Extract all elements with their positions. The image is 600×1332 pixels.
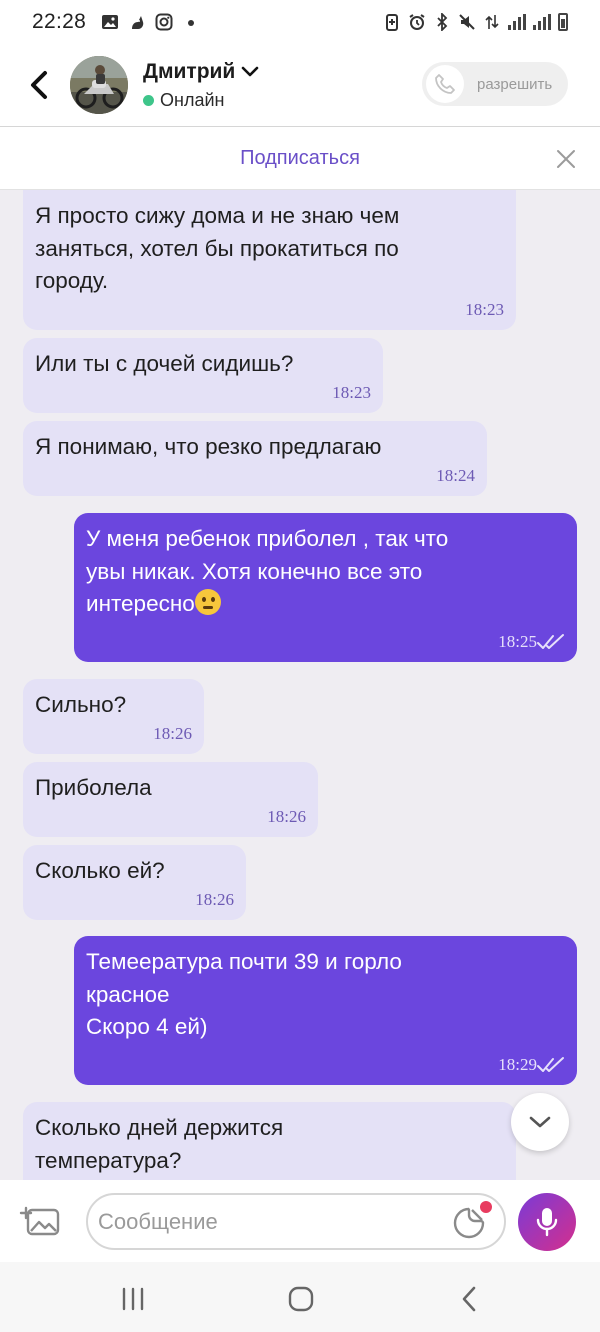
signal-icon-2 [533, 14, 551, 30]
message-text: Сколько ей? [35, 858, 165, 883]
alarm-icon [408, 13, 426, 31]
message-text: Или ты с дочей сидишь? [35, 351, 294, 376]
subscribe-banner: Подписаться [0, 126, 600, 190]
message-list[interactable]: Я просто сижу дома и не знаю чем занятьс… [0, 190, 600, 1180]
home-button[interactable] [286, 1284, 316, 1314]
message-text: Я просто сижу дома и не знаю чем занятьс… [35, 203, 400, 293]
message-time: 18:23 [465, 300, 504, 319]
double-check-icon [537, 634, 564, 649]
back-arrow-icon [31, 71, 47, 99]
phone-icon [426, 65, 464, 103]
signal-icon [508, 14, 526, 30]
fox-app-icon [128, 13, 146, 31]
close-icon[interactable] [554, 147, 578, 171]
message-outgoing[interactable]: Темеература почти 39 и горло красное Ско… [74, 936, 577, 1085]
avatar[interactable] [70, 56, 128, 114]
message-time: 18:24 [436, 466, 475, 485]
allow-calls-label: разрешить [477, 75, 553, 93]
bluetooth-icon [433, 13, 451, 31]
message-incoming[interactable]: Я просто сижу дома и не знаю чем занятьс… [23, 190, 516, 330]
status-bar: 22:28 [0, 0, 600, 44]
message-time: 18:25 [498, 632, 537, 651]
contact-status: Онлайн [160, 89, 225, 110]
battery-icon [558, 13, 568, 31]
message-incoming[interactable]: Приболела 18:26 [23, 762, 318, 837]
message-text: Темеература почти 39 и горло красное Ско… [86, 949, 402, 1039]
message-text: Приболела [35, 775, 152, 800]
subscribe-button[interactable]: Подписаться [240, 147, 360, 170]
sticker-badge-dot [480, 1201, 492, 1213]
message-composer [0, 1180, 600, 1262]
message-text: Я понимаю, что резко предлагаю [35, 434, 382, 459]
message-time: 18:26 [153, 724, 192, 743]
recent-apps-button[interactable] [118, 1284, 148, 1314]
message-incoming[interactable]: Или ты с дочей сидишь? 18:23 [23, 338, 383, 413]
message-input[interactable] [86, 1193, 506, 1250]
message-outgoing[interactable]: У меня ребенок приболел , так что увы ни… [74, 513, 577, 662]
chevron-down-icon[interactable] [241, 66, 259, 78]
instagram-icon [155, 13, 173, 31]
contact-name[interactable]: Дмитрий [143, 60, 235, 84]
message-time: 18:23 [332, 383, 371, 402]
back-button[interactable] [14, 60, 64, 110]
allow-calls-toggle[interactable]: разрешить [422, 62, 568, 106]
status-time: 22:28 [32, 10, 87, 33]
message-time: 18:26 [267, 807, 306, 826]
scroll-to-bottom-button[interactable] [511, 1093, 569, 1151]
message-text: Сколько дней держится температура? [35, 1115, 284, 1173]
data-transfer-icon [483, 13, 501, 31]
motorcycle-photo [70, 56, 128, 114]
online-indicator [143, 94, 154, 106]
message-incoming[interactable]: Я понимаю, что резко предлагаю 18:24 [23, 421, 487, 496]
back-nav-icon [462, 1286, 476, 1312]
mute-icon [458, 13, 476, 31]
message-text: У меня ребенок приболел , так что увы ни… [86, 526, 449, 616]
notification-dot-icon [182, 13, 200, 31]
message-incoming[interactable]: Сильно? 18:26 [23, 679, 204, 754]
microphone-icon [536, 1208, 558, 1237]
message-incoming[interactable]: Сколько ей? 18:26 [23, 845, 246, 920]
chat-header: Дмитрий Онлайн разрешить [0, 44, 600, 126]
message-incoming[interactable]: Сколько дней держится температура? [23, 1102, 516, 1180]
attach-photo-icon[interactable] [18, 1204, 64, 1240]
chevron-down-icon [529, 1116, 551, 1128]
message-time: 18:29 [498, 1055, 537, 1074]
recent-apps-icon [122, 1287, 144, 1311]
system-navigation-bar [0, 1262, 600, 1332]
message-time: 18:26 [195, 890, 234, 909]
double-check-icon [537, 1057, 564, 1072]
thinking-face-emoji [194, 589, 221, 615]
back-nav-button[interactable] [454, 1284, 484, 1314]
voice-message-button[interactable] [518, 1193, 576, 1251]
home-icon [288, 1286, 314, 1312]
battery-saver-icon [383, 13, 401, 31]
gallery-icon [101, 13, 119, 31]
message-text: Сильно? [35, 692, 127, 717]
